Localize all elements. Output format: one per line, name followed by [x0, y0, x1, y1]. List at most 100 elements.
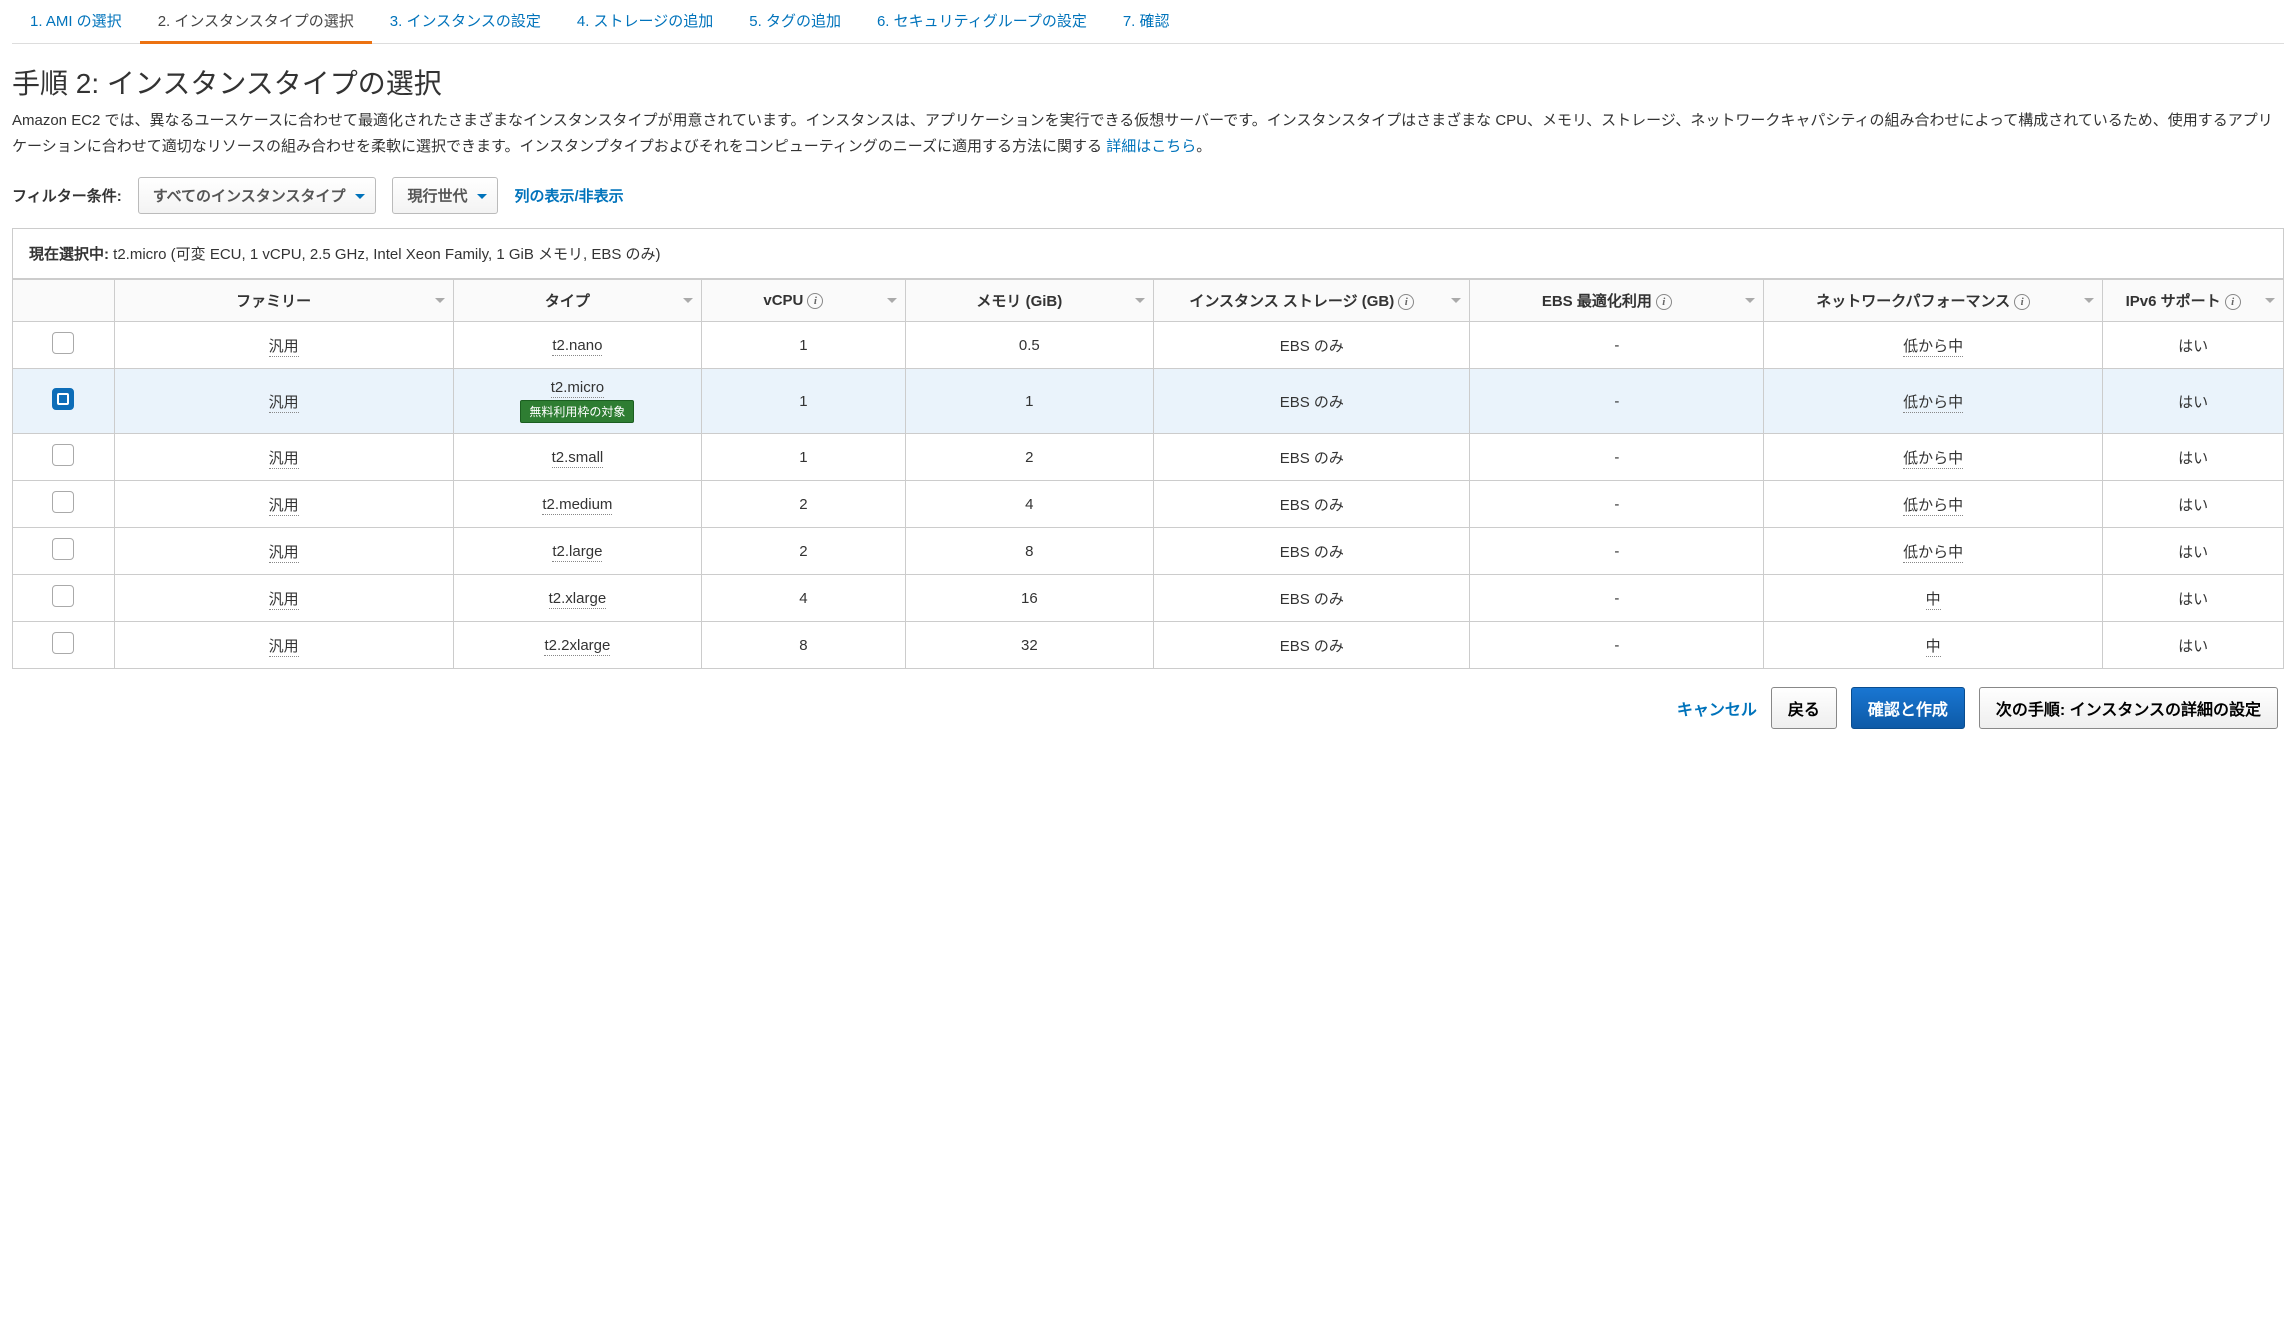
table-row[interactable]: 汎用t2.nano10.5EBS のみ-低から中はい: [13, 322, 2284, 369]
wizard-tab-step-6[interactable]: 6. セキュリティグループの設定: [859, 0, 1105, 43]
row-checkbox[interactable]: [52, 538, 74, 560]
back-button[interactable]: 戻る: [1771, 687, 1837, 729]
cell-ipv6: はい: [2103, 322, 2284, 369]
header-vcpu-label: vCPU: [763, 292, 803, 309]
wizard-tab-step-1[interactable]: 1. AMI の選択: [12, 0, 140, 43]
cell-type: t2.2xlarge: [453, 622, 702, 669]
filter-generation-dropdown[interactable]: 現行世代: [392, 177, 498, 214]
header-memory[interactable]: メモリ (GiB): [905, 280, 1154, 322]
wizard-tab-step-4[interactable]: 4. ストレージの追加: [559, 0, 731, 43]
free-tier-badge: 無料利用枠の対象: [520, 400, 634, 423]
cell-storage: EBS のみ: [1154, 322, 1470, 369]
info-icon[interactable]: [2225, 294, 2241, 310]
page-description: Amazon EC2 では、異なるユースケースに合わせて最適化されたさまざまなイ…: [12, 108, 2284, 159]
page-title: 手順 2: インスタンスタイプの選択: [12, 62, 2284, 102]
cell-storage: EBS のみ: [1154, 575, 1470, 622]
next-step-button[interactable]: 次の手順: インスタンスの詳細の設定: [1979, 687, 2278, 729]
header-type-label: タイプ: [545, 293, 590, 310]
info-icon[interactable]: [2014, 294, 2030, 310]
filter-label: フィルター条件:: [12, 185, 122, 206]
cell-ipv6: はい: [2103, 481, 2284, 528]
sort-icon: [2265, 298, 2275, 308]
sort-icon: [435, 298, 445, 308]
cell-ebs: -: [1470, 575, 1764, 622]
cell-memory: 2: [905, 434, 1154, 481]
header-select: [13, 280, 115, 322]
cell-family: 汎用: [114, 322, 453, 369]
header-ipv6[interactable]: IPv6 サポート: [2103, 280, 2284, 322]
cell-vcpu: 1: [702, 322, 905, 369]
cell-family: 汎用: [114, 528, 453, 575]
cancel-button[interactable]: キャンセル: [1677, 696, 1757, 720]
cell-storage: EBS のみ: [1154, 528, 1470, 575]
cell-storage: EBS のみ: [1154, 369, 1470, 434]
footer-bar: キャンセル 戻る 確認と作成 次の手順: インスタンスの詳細の設定: [12, 669, 2284, 739]
info-icon[interactable]: [807, 293, 823, 309]
sort-icon: [1135, 298, 1145, 308]
table-row[interactable]: 汎用t2.micro無料利用枠の対象11EBS のみ-低から中はい: [13, 369, 2284, 434]
cell-ipv6: はい: [2103, 528, 2284, 575]
row-checkbox[interactable]: [52, 332, 74, 354]
wizard-tab-step-2[interactable]: 2. インスタンスタイプの選択: [140, 0, 372, 43]
sort-icon: [683, 298, 693, 308]
row-checkbox[interactable]: [52, 632, 74, 654]
table-row[interactable]: 汎用t2.2xlarge832EBS のみ-中はい: [13, 622, 2284, 669]
cell-storage: EBS のみ: [1154, 622, 1470, 669]
cell-network: 低から中: [1764, 528, 2103, 575]
review-launch-button[interactable]: 確認と作成: [1851, 687, 1965, 729]
row-checkbox[interactable]: [52, 444, 74, 466]
current-selection-box: 現在選択中: t2.micro (可変 ECU, 1 vCPU, 2.5 GHz…: [12, 228, 2284, 279]
sort-icon: [1745, 298, 1755, 308]
header-storage[interactable]: インスタンス ストレージ (GB): [1154, 280, 1470, 322]
header-ebs[interactable]: EBS 最適化利用: [1470, 280, 1764, 322]
cell-type: t2.nano: [453, 322, 702, 369]
table-header-row: ファミリー タイプ vCPU メモリ (GiB) インスタンス ストレージ (G…: [13, 280, 2284, 322]
page-description-post: 。: [1196, 138, 1211, 155]
cell-vcpu: 1: [702, 434, 905, 481]
learn-more-link[interactable]: 詳細はこちら: [1106, 138, 1196, 155]
sort-icon: [887, 298, 897, 308]
cell-type: t2.small: [453, 434, 702, 481]
table-row[interactable]: 汎用t2.xlarge416EBS のみ-中はい: [13, 575, 2284, 622]
cell-storage: EBS のみ: [1154, 434, 1470, 481]
row-checkbox[interactable]: [52, 388, 74, 410]
header-vcpu[interactable]: vCPU: [702, 280, 905, 322]
cell-vcpu: 2: [702, 481, 905, 528]
info-icon[interactable]: [1656, 294, 1672, 310]
cell-storage: EBS のみ: [1154, 481, 1470, 528]
wizard-tab-step-5[interactable]: 5. タグの追加: [731, 0, 859, 43]
info-icon[interactable]: [1398, 294, 1414, 310]
cell-ebs: -: [1470, 369, 1764, 434]
header-type[interactable]: タイプ: [453, 280, 702, 322]
cell-memory: 1: [905, 369, 1154, 434]
cell-memory: 8: [905, 528, 1154, 575]
instance-type-table: ファミリー タイプ vCPU メモリ (GiB) インスタンス ストレージ (G…: [12, 279, 2284, 669]
row-checkbox[interactable]: [52, 585, 74, 607]
cell-memory: 4: [905, 481, 1154, 528]
header-family[interactable]: ファミリー: [114, 280, 453, 322]
toggle-columns-link[interactable]: 列の表示/非表示: [514, 185, 623, 206]
header-ipv6-label: IPv6 サポート: [2126, 293, 2221, 310]
cell-ipv6: はい: [2103, 622, 2284, 669]
cell-type: t2.medium: [453, 481, 702, 528]
table-row[interactable]: 汎用t2.large28EBS のみ-低から中はい: [13, 528, 2284, 575]
header-network[interactable]: ネットワークパフォーマンス: [1764, 280, 2103, 322]
wizard-tab-step-3[interactable]: 3. インスタンスの設定: [372, 0, 559, 43]
cell-ebs: -: [1470, 528, 1764, 575]
cell-network: 低から中: [1764, 369, 2103, 434]
cell-type: t2.xlarge: [453, 575, 702, 622]
cell-network: 中: [1764, 575, 2103, 622]
filter-bar: フィルター条件: すべてのインスタンスタイプ 現行世代 列の表示/非表示: [12, 177, 2284, 214]
table-row[interactable]: 汎用t2.medium24EBS のみ-低から中はい: [13, 481, 2284, 528]
cell-network: 低から中: [1764, 481, 2103, 528]
cell-ebs: -: [1470, 322, 1764, 369]
cell-family: 汎用: [114, 622, 453, 669]
cell-vcpu: 4: [702, 575, 905, 622]
wizard-tab-step-7[interactable]: 7. 確認: [1105, 0, 1188, 43]
cell-family: 汎用: [114, 481, 453, 528]
sort-icon: [2084, 298, 2094, 308]
row-checkbox[interactable]: [52, 491, 74, 513]
table-row[interactable]: 汎用t2.small12EBS のみ-低から中はい: [13, 434, 2284, 481]
filter-instance-type-dropdown[interactable]: すべてのインスタンスタイプ: [138, 177, 377, 214]
header-ebs-label: EBS 最適化利用: [1542, 293, 1652, 310]
